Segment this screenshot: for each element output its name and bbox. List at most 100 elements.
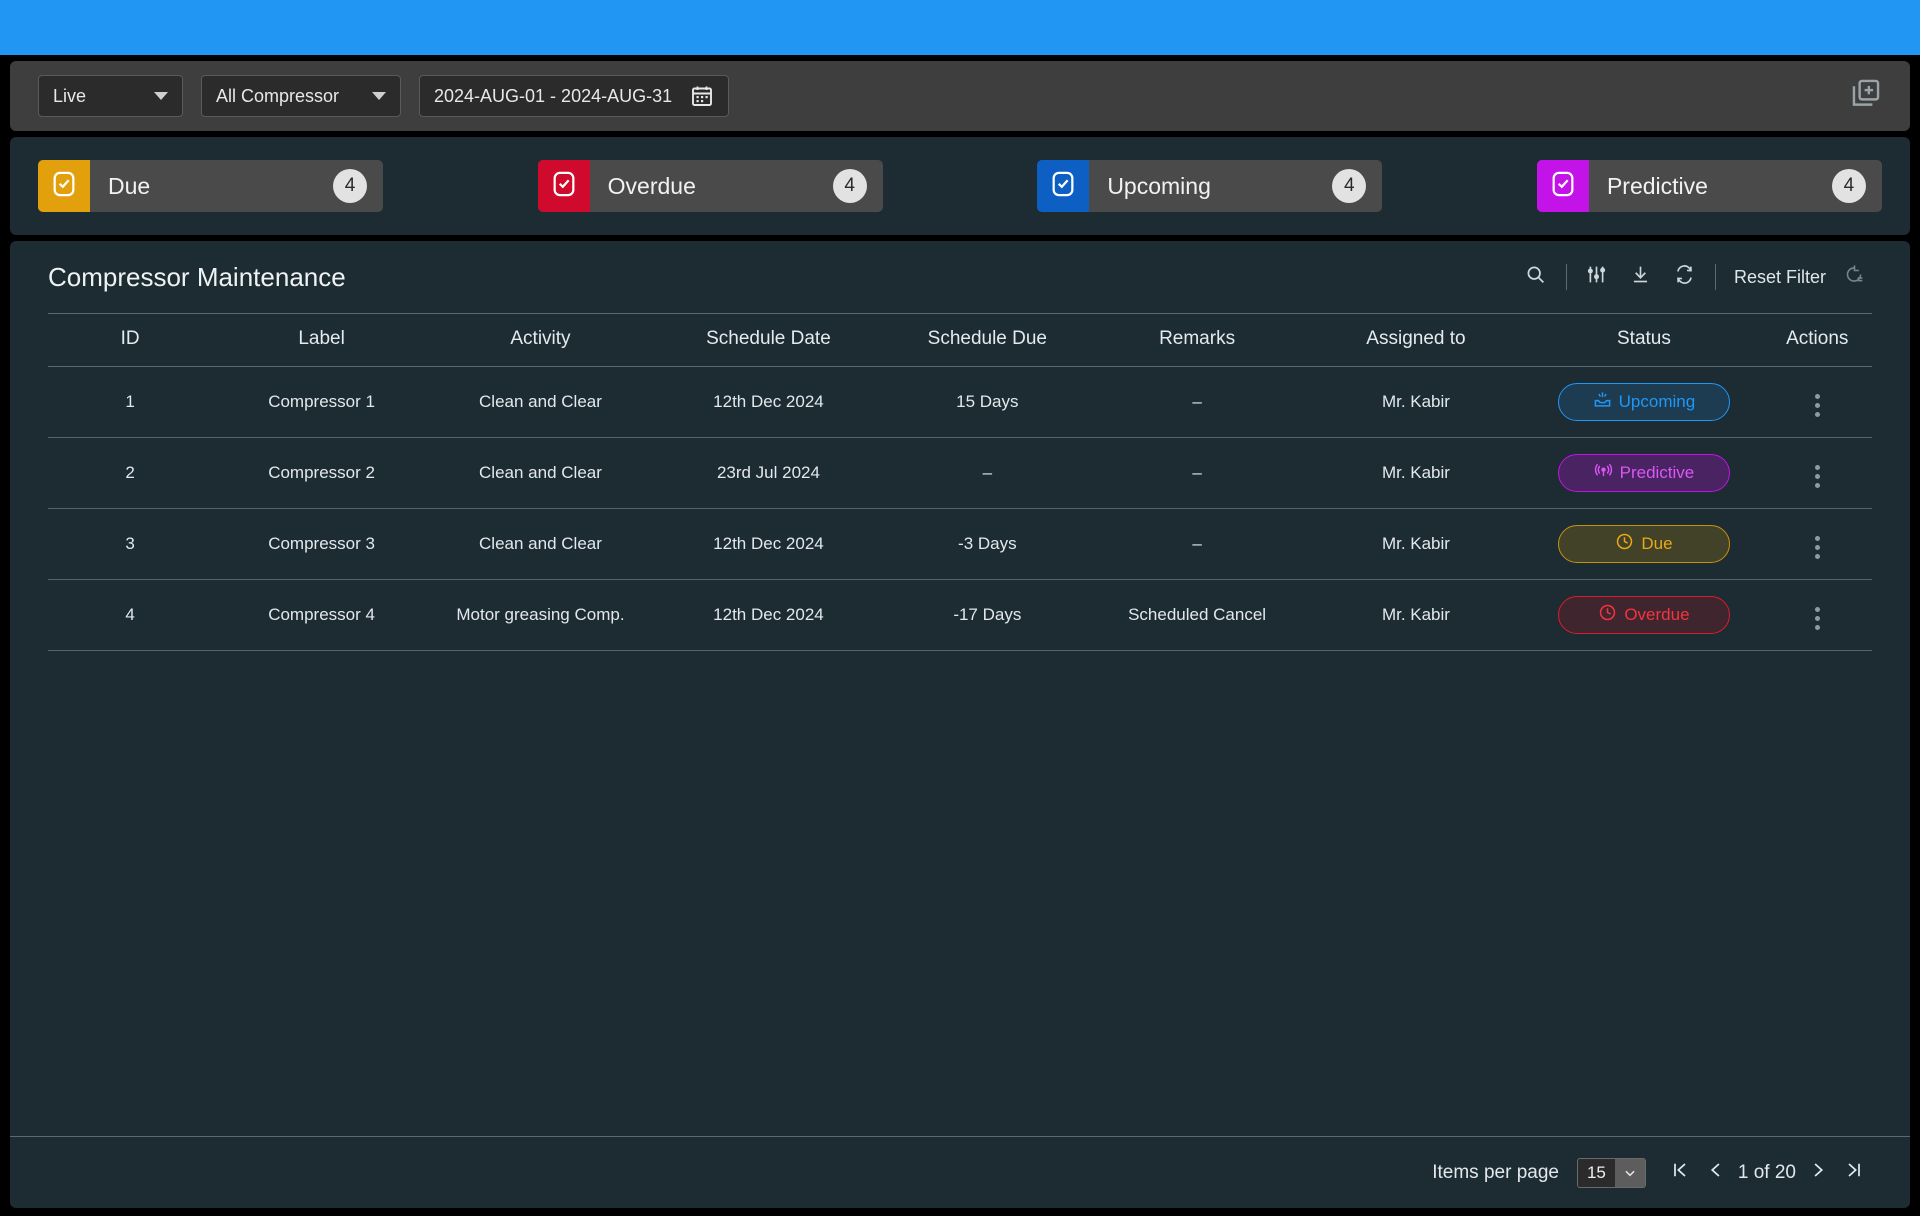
status-card-overdue[interactable]: Overdue 4	[537, 160, 883, 212]
kebab-menu-icon[interactable]	[1811, 532, 1824, 563]
status-card-predictive[interactable]: Predictive 4	[1536, 160, 1882, 212]
toolbar-divider	[1714, 264, 1716, 290]
status-badge-label: Overdue	[1624, 605, 1690, 624]
first-page-icon	[1670, 1160, 1690, 1186]
table-row[interactable]: 4 Compressor 4 Motor greasing Comp. 12th…	[48, 579, 1872, 651]
kebab-menu-icon[interactable]	[1811, 603, 1824, 634]
status-card-icon-wrap	[1536, 160, 1589, 212]
table-row[interactable]: 2 Compressor 2 Clean and Clear 23rd Jul …	[48, 437, 1872, 509]
reset-filter-button[interactable]: Reset Filter	[1734, 267, 1826, 288]
prev-page-button[interactable]	[1698, 1155, 1734, 1191]
status-card-icon-wrap	[1037, 160, 1090, 212]
column-header-actions: Actions	[1762, 313, 1872, 367]
chevron-down-icon	[1614, 1158, 1645, 1187]
data-table-panel: Compressor Maintenance Reset Filter ID L…	[10, 241, 1910, 1208]
table-row[interactable]: 1 Compressor 1 Clean and Clear 12th Dec …	[48, 366, 1872, 438]
column-header-activity[interactable]: Activity	[431, 313, 650, 367]
items-per-page-value: 15	[1586, 1162, 1606, 1182]
status-badge[interactable]: Upcoming	[1557, 383, 1730, 421]
cell-activity: Motor greasing Comp.	[431, 579, 650, 651]
table-body: 1 Compressor 1 Clean and Clear 12th Dec …	[48, 366, 1872, 651]
cell-actions	[1762, 508, 1872, 580]
kebab-menu-icon[interactable]	[1811, 390, 1824, 421]
cell-status: Upcoming	[1525, 366, 1763, 438]
clock-icon	[1598, 603, 1617, 627]
status-card-count: 4	[832, 169, 867, 203]
download-icon	[1630, 264, 1651, 290]
date-range-picker[interactable]: 2024-AUG-01 - 2024-AUG-31	[419, 75, 729, 117]
grid-wrapper: ID Label Activity Schedule Date Schedule…	[10, 313, 1910, 1136]
items-per-page-select[interactable]: 15	[1576, 1157, 1646, 1188]
column-filter-button[interactable]	[1580, 260, 1614, 294]
cell-label: Compressor 1	[212, 366, 432, 438]
cell-remarks: –	[1087, 366, 1307, 438]
reset-filter-icon-button[interactable]	[1837, 260, 1871, 294]
refresh-icon	[1674, 264, 1695, 290]
cell-activity: Clean and Clear	[431, 366, 650, 438]
next-page-icon	[1808, 1160, 1828, 1186]
cell-label: Compressor 4	[212, 579, 432, 651]
cell-assigned-to: Mr. Kabir	[1306, 437, 1526, 509]
add-record-button[interactable]	[1844, 74, 1888, 118]
mode-select[interactable]: Live	[38, 75, 183, 117]
cell-schedule-due: –	[887, 437, 1088, 509]
status-card-due[interactable]: Due 4	[38, 160, 383, 212]
status-card-label: Upcoming	[1107, 172, 1211, 199]
prev-page-icon	[1706, 1160, 1726, 1186]
cell-remarks: –	[1087, 437, 1307, 509]
cell-id: 1	[48, 366, 213, 438]
cell-id: 4	[48, 579, 213, 651]
pagination-bar: Items per page 15 1 of 20	[10, 1136, 1910, 1208]
cell-schedule-due: -17 Days	[887, 579, 1088, 651]
asset-select-value: All Compressor	[216, 85, 340, 106]
cell-assigned-to: Mr. Kabir	[1306, 579, 1526, 651]
cell-schedule-due: 15 Days	[887, 366, 1088, 438]
status-card-label: Predictive	[1606, 172, 1708, 199]
column-header-remarks[interactable]: Remarks	[1087, 313, 1307, 367]
panel-header: Compressor Maintenance Reset Filter	[10, 241, 1910, 313]
reset-arrow-icon	[1844, 264, 1865, 290]
cell-status: Due	[1525, 508, 1763, 580]
column-header-schedule-due[interactable]: Schedule Due	[887, 313, 1088, 367]
app-root: Live All Compressor 2024-AUG-01 - 2024-A…	[0, 0, 1920, 1216]
status-badge-label: Predictive	[1619, 463, 1695, 482]
table-row[interactable]: 3 Compressor 3 Clean and Clear 12th Dec …	[48, 508, 1872, 580]
cell-assigned-to: Mr. Kabir	[1306, 366, 1526, 438]
cell-label: Compressor 3	[212, 508, 432, 580]
column-header-id[interactable]: ID	[48, 313, 213, 367]
panel-toolbar: Reset Filter	[1514, 260, 1876, 294]
status-badge[interactable]: Due	[1557, 525, 1730, 563]
kebab-menu-icon[interactable]	[1811, 461, 1824, 492]
check-square-icon	[1549, 170, 1577, 203]
cell-actions	[1762, 437, 1872, 509]
cell-schedule-due: -3 Days	[887, 508, 1088, 580]
next-page-button[interactable]	[1800, 1155, 1836, 1191]
page-title: Compressor Maintenance	[48, 261, 346, 292]
filter-sliders-icon	[1586, 264, 1607, 290]
search-button[interactable]	[1519, 260, 1553, 294]
last-page-button[interactable]	[1836, 1155, 1872, 1191]
status-card-upcoming[interactable]: Upcoming 4	[1037, 160, 1383, 212]
first-page-button[interactable]	[1662, 1155, 1698, 1191]
status-badge[interactable]: Overdue	[1557, 596, 1730, 634]
add-duplicate-icon	[1849, 77, 1883, 116]
cell-status: Predictive	[1525, 437, 1763, 509]
cell-actions	[1762, 579, 1872, 651]
status-card-count: 4	[1332, 169, 1367, 203]
cell-activity: Clean and Clear	[431, 508, 650, 580]
cell-actions	[1762, 366, 1872, 438]
column-header-label[interactable]: Label	[212, 313, 432, 367]
status-badge[interactable]: Predictive	[1557, 454, 1730, 492]
download-button[interactable]	[1624, 260, 1658, 294]
refresh-button[interactable]	[1668, 260, 1702, 294]
calendar-icon	[690, 84, 714, 108]
asset-select[interactable]: All Compressor	[201, 75, 401, 117]
cell-remarks: –	[1087, 508, 1307, 580]
filter-toolbar: Live All Compressor 2024-AUG-01 - 2024-A…	[10, 61, 1910, 131]
status-badge-label: Upcoming	[1618, 392, 1696, 411]
cell-label: Compressor 2	[212, 437, 432, 509]
column-header-status[interactable]: Status	[1525, 313, 1763, 367]
column-header-assigned-to[interactable]: Assigned to	[1306, 313, 1526, 367]
column-header-schedule-date[interactable]: Schedule Date	[649, 313, 888, 367]
cell-id: 3	[48, 508, 213, 580]
